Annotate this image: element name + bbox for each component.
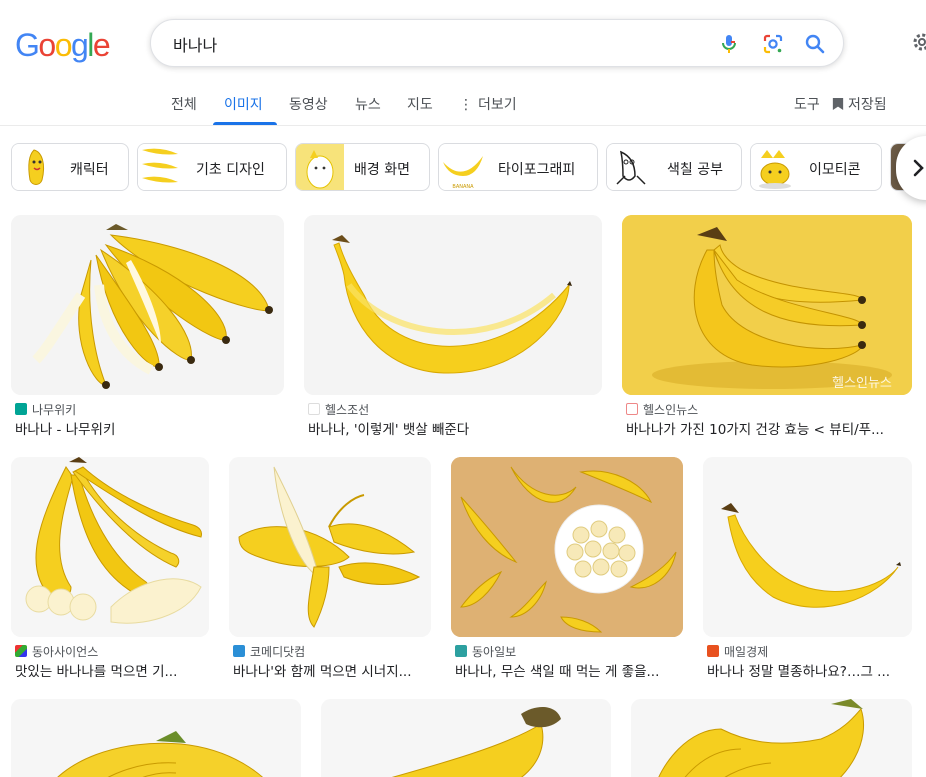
- image-result-thumbnail[interactable]: [11, 215, 284, 395]
- banana-bunch-green-stem-image: [631, 699, 912, 777]
- chip-thumbnail: BANANA: [439, 144, 487, 190]
- result-title[interactable]: 바나나'와 함께 먹으면 시너지...: [233, 660, 433, 680]
- kormedi-favicon: [233, 645, 245, 657]
- result-title[interactable]: 바나나가 가진 10가지 건강 효능 < 뷰티/푸...: [626, 418, 910, 438]
- source-name: 코메디닷컴: [250, 645, 306, 659]
- logo-letter: G: [15, 27, 40, 63]
- healthinnews-favicon: [626, 403, 638, 415]
- peeled-bananas-image: [229, 457, 431, 637]
- result-title[interactable]: 맛있는 바나나를 먹으면 기...: [15, 660, 211, 680]
- single-banana-image: [304, 215, 602, 395]
- source-name: 헬스인뉴스: [643, 403, 699, 417]
- chip-wallpaper[interactable]: 배경 화면: [295, 143, 430, 191]
- image-result-thumbnail[interactable]: [11, 457, 209, 637]
- image-result-thumbnail[interactable]: [321, 699, 611, 777]
- tab-more-label: 더보기: [478, 97, 517, 113]
- active-tab-indicator: [213, 122, 277, 125]
- source-name: 나무위키: [32, 403, 77, 417]
- tab-news[interactable]: 뉴스: [355, 94, 381, 114]
- gear-icon[interactable]: [910, 30, 926, 54]
- chip-label: 이모티콘: [809, 162, 861, 178]
- image-result-thumbnail[interactable]: [451, 457, 683, 637]
- single-banana-curved-image: [703, 457, 912, 637]
- banana-bunch-side-image: [321, 699, 611, 777]
- result-title[interactable]: 바나나, '이렇게' 뱃살 빼준다: [308, 418, 603, 438]
- search-tabs: 전체 이미지 동영상 뉴스 지도 ⋮ 더보기 도구 저장됨: [0, 84, 926, 126]
- search-input[interactable]: [173, 32, 693, 56]
- more-vert-icon: ⋮: [459, 97, 473, 113]
- chip-character[interactable]: 캐릭터: [11, 143, 129, 191]
- image-result-thumbnail[interactable]: [631, 699, 912, 777]
- chip-label: 색칠 공부: [667, 162, 723, 178]
- result-source: 헬스조선: [308, 401, 369, 418]
- result-source: 헬스인뉴스: [626, 401, 698, 418]
- tab-more[interactable]: ⋮ 더보기: [459, 94, 517, 114]
- tab-all[interactable]: 전체: [171, 94, 197, 114]
- banana-bunch-peeled-image: [11, 215, 284, 395]
- logo-letter: g: [70, 27, 89, 63]
- logo-letter: o: [38, 27, 56, 63]
- namuwiki-favicon: [15, 403, 27, 415]
- result-source: 동아사이언스: [15, 643, 98, 660]
- saved-button[interactable]: 저장됨: [832, 94, 887, 114]
- chip-label: 배경 화면: [354, 162, 410, 178]
- bananas-flatlay-bowl-image: [451, 457, 683, 637]
- chip-basic-design[interactable]: 기초 디자인: [137, 143, 287, 191]
- image-result-thumbnail[interactable]: [304, 215, 602, 395]
- logo-letter: o: [54, 27, 73, 63]
- chip-coloring[interactable]: 색칠 공부: [606, 143, 742, 191]
- chip-thumbnail: [296, 144, 344, 190]
- result-source: 매일경제: [707, 643, 768, 660]
- healthchosun-favicon: [308, 403, 320, 415]
- bookmark-icon: [832, 98, 844, 110]
- tab-maps[interactable]: 지도: [407, 94, 433, 114]
- image-result-thumbnail[interactable]: 헬스인뉴스: [622, 215, 912, 395]
- mk-favicon: [707, 645, 719, 657]
- image-result-thumbnail[interactable]: [229, 457, 431, 637]
- donga-favicon: [455, 645, 467, 657]
- logo-letter: e: [92, 27, 111, 63]
- lens-icon[interactable]: [761, 32, 785, 56]
- chip-typography[interactable]: BANANA 타이포그래피: [438, 143, 598, 191]
- banana-bunch-top-image: [11, 699, 301, 777]
- chip-thumbnail: [607, 144, 655, 190]
- image-result-thumbnail[interactable]: [11, 699, 301, 777]
- source-name: 매일경제: [724, 645, 769, 659]
- chip-label: 기초 디자인: [196, 162, 265, 178]
- banana-bunch-yellow-background-image: 헬스인뉴스: [622, 215, 912, 395]
- chip-emoticon[interactable]: 이모티콘: [750, 143, 882, 191]
- saved-label: 저장됨: [848, 97, 887, 113]
- source-name: 헬스조선: [325, 403, 370, 417]
- source-name: 동아일보: [472, 645, 517, 659]
- search-icon[interactable]: [803, 32, 827, 56]
- tab-images[interactable]: 이미지: [224, 94, 263, 114]
- source-name: 동아사이언스: [32, 645, 99, 659]
- google-logo[interactable]: Google: [15, 27, 111, 64]
- chip-thumbnail: [138, 144, 186, 190]
- chip-thumbnail: [751, 144, 799, 190]
- result-source: 나무위키: [15, 401, 76, 418]
- chevron-right-icon: [913, 159, 924, 177]
- result-title[interactable]: 바나나 - 나무위키: [15, 418, 285, 438]
- watermark: 헬스인뉴스: [832, 376, 892, 391]
- chip-label: 캐릭터: [70, 162, 109, 178]
- svg-text:BANANA: BANANA: [452, 184, 474, 190]
- result-title[interactable]: 바나나, 무슨 색일 때 먹는 게 좋을...: [455, 660, 685, 680]
- tab-videos[interactable]: 동영상: [289, 94, 328, 114]
- mic-icon[interactable]: [717, 32, 741, 56]
- image-result-thumbnail[interactable]: [703, 457, 912, 637]
- result-source: 코메디닷컴: [233, 643, 305, 660]
- chip-thumbnail: [12, 144, 60, 190]
- banana-bunch-slices-image: [11, 457, 209, 637]
- tools-button[interactable]: 도구: [794, 94, 820, 114]
- dongascience-favicon: [15, 645, 27, 657]
- search-box: [150, 19, 844, 67]
- chip-label: 타이포그래피: [498, 162, 576, 178]
- result-title[interactable]: 바나나 정말 멸종하나요?…그 ...: [707, 660, 912, 680]
- result-source: 동아일보: [455, 643, 516, 660]
